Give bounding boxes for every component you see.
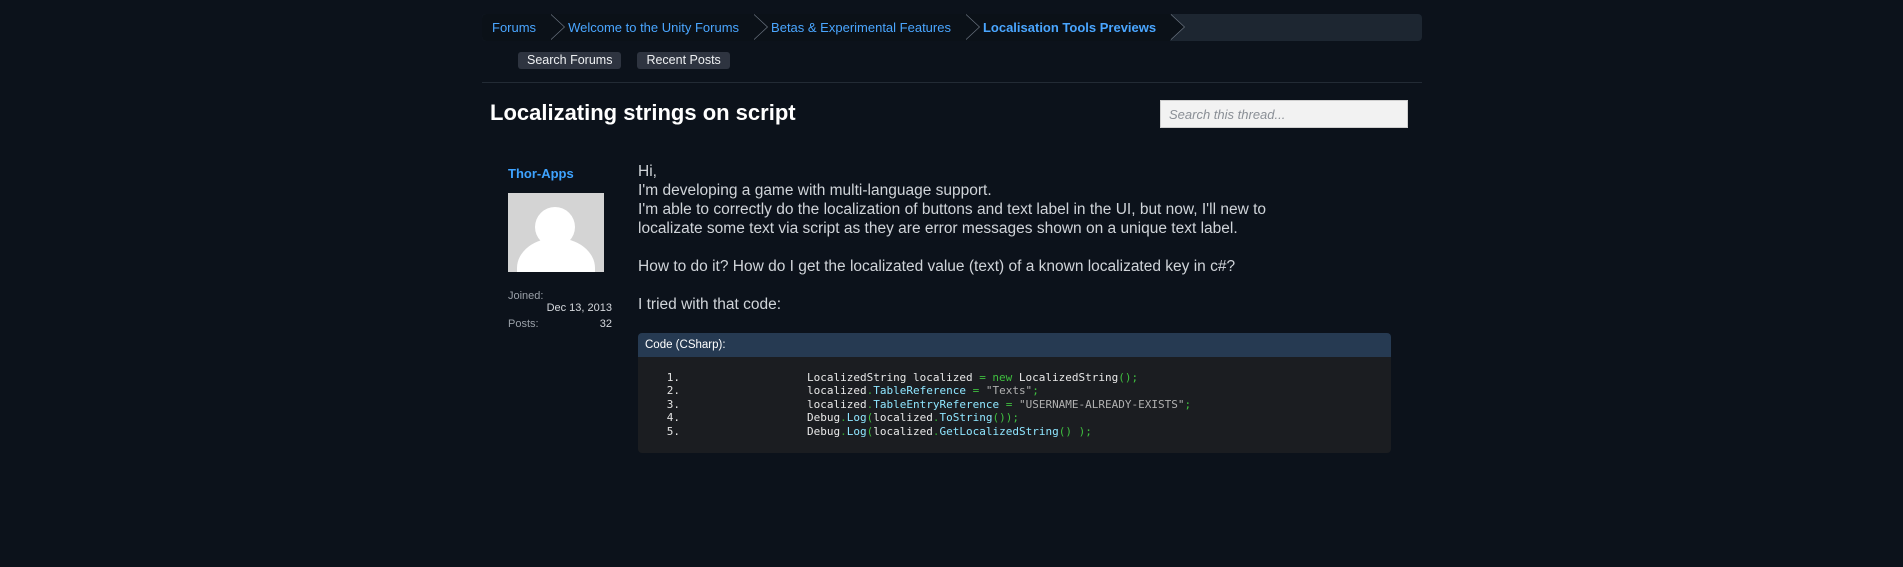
line-number: 4. (666, 411, 680, 425)
code-block: Code (CSharp): 1. LocalizedString locali… (638, 333, 1391, 454)
avatar-body-shape (517, 238, 595, 272)
breadcrumb-forums[interactable]: Forums (482, 14, 566, 41)
joined-label: Joined: (508, 290, 544, 302)
post-text: I'm developing a game with multi-languag… (638, 182, 992, 199)
breadcrumb-welcome[interactable]: Welcome to the Unity Forums (550, 14, 769, 41)
forum-page: Forums Welcome to the Unity Forums Betas… (482, 14, 1422, 454)
divider (482, 82, 1422, 83)
author-name[interactable]: Thor-Apps (508, 166, 612, 181)
joined-value: Dec 13, 2013 (546, 302, 612, 314)
recent-posts-button[interactable]: Recent Posts (637, 52, 730, 69)
code-line: 5. Debug.Log(localized.GetLocalizedStrin… (638, 425, 1391, 438)
post-text: How to do it? How do I get the localizat… (638, 258, 1236, 275)
line-number: 2. (666, 384, 680, 398)
code-header: Code (CSharp): (638, 333, 1391, 357)
search-thread-input[interactable] (1160, 100, 1408, 128)
code-line: 3. localized.TableEntryReference = "USER… (638, 398, 1391, 411)
code-line: 4. Debug.Log(localized.ToString()); (638, 411, 1391, 424)
post-body: Hi, I'm developing a game with multi-lan… (638, 162, 1278, 314)
post-text: I'm able to correctly do the localizatio… (638, 201, 1266, 237)
code-line: 1. LocalizedString localized = new Local… (638, 371, 1391, 384)
code-line: 2. localized.TableReference = "Texts"; (638, 384, 1391, 397)
breadcrumb-betas[interactable]: Betas & Experimental Features (753, 14, 980, 41)
posts-row: Posts: 32 (508, 318, 612, 330)
avatar[interactable] (508, 193, 604, 272)
line-number: 1. (666, 371, 680, 384)
code-body[interactable]: 1. LocalizedString localized = new Local… (638, 357, 1391, 454)
line-number: 3. (666, 397, 680, 411)
breadcrumb-localisation-tools[interactable]: Localisation Tools Previews (964, 14, 1186, 41)
posts-value[interactable]: 32 (600, 318, 612, 330)
search-forums-button[interactable]: Search Forums (518, 52, 622, 69)
author-panel: Thor-Apps Joined: Dec 13, 2013 Posts: 32 (508, 166, 612, 330)
post-text: I tried with that code: (638, 296, 782, 313)
breadcrumb: Forums Welcome to the Unity Forums Betas… (482, 14, 1422, 41)
thread-title: Localizating strings on script (490, 100, 796, 125)
posts-label: Posts: (508, 318, 539, 330)
post-text: Hi, (638, 163, 657, 180)
line-number: 5. (666, 424, 680, 438)
